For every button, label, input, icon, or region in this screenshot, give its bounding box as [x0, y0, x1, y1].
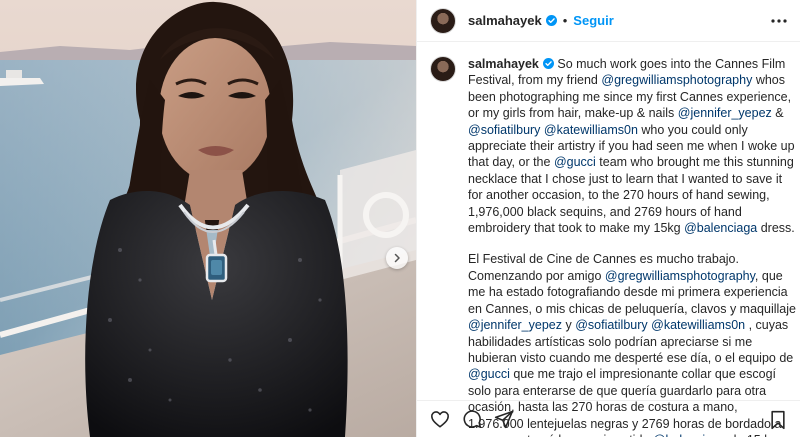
verified-badge-icon: [542, 58, 554, 69]
heart-icon: [431, 411, 449, 428]
mention-link[interactable]: @sofiatilbury: [468, 123, 540, 137]
caption-text-en: So much work goes into the Cannes Film F…: [468, 57, 795, 236]
instagram-post: salmahayek • Seguir salmahayek So much w…: [0, 0, 800, 437]
bookmark-icon: [771, 410, 785, 430]
caption-username[interactable]: salmahayek: [468, 57, 539, 71]
mention-link[interactable]: @balenciaga: [684, 221, 757, 235]
follow-button[interactable]: Seguir: [573, 13, 613, 28]
more-options-icon[interactable]: [769, 13, 789, 29]
mention-link[interactable]: @gucci: [468, 367, 510, 381]
header-username[interactable]: salmahayek: [468, 13, 542, 28]
mention-link[interactable]: @jennifer_yepez: [678, 106, 772, 120]
action-bar: [417, 400, 800, 437]
mention-link[interactable]: @jennifer_yepez: [468, 318, 562, 332]
mention-link[interactable]: @katewilliams0n: [651, 318, 745, 332]
comment-icon: [463, 410, 482, 428]
mention-link[interactable]: @gucci: [554, 155, 596, 169]
post-header: salmahayek • Seguir: [417, 0, 800, 42]
post-caption: salmahayek So much work goes into the Ca…: [430, 56, 796, 437]
chevron-right-icon: [394, 253, 400, 263]
caption-body: salmahayek So much work goes into the Ca…: [468, 56, 796, 437]
next-photo-button[interactable]: [386, 247, 408, 269]
caption-paragraph-en: salmahayek So much work goes into the Ca…: [468, 56, 796, 236]
caption-avatar[interactable]: [430, 56, 456, 82]
photo-image: [0, 0, 416, 437]
save-button[interactable]: [767, 409, 789, 431]
separator-dot: •: [562, 13, 568, 28]
comment-button[interactable]: [461, 408, 483, 430]
mention-link[interactable]: @sofiatilbury: [575, 318, 647, 332]
share-button[interactable]: [493, 408, 515, 430]
mention-link[interactable]: @gregwilliamsphotography: [605, 269, 755, 283]
post-photo[interactable]: [0, 0, 416, 437]
paper-plane-icon: [494, 410, 514, 429]
avatar[interactable]: [430, 7, 456, 34]
verified-badge-icon: [545, 15, 557, 26]
like-button[interactable]: [429, 408, 451, 430]
mention-link[interactable]: @gregwilliamsphotography: [601, 73, 752, 87]
post-side-panel: salmahayek • Seguir salmahayek So much w…: [416, 0, 800, 437]
mention-link[interactable]: @katewilliams0n: [544, 123, 638, 137]
